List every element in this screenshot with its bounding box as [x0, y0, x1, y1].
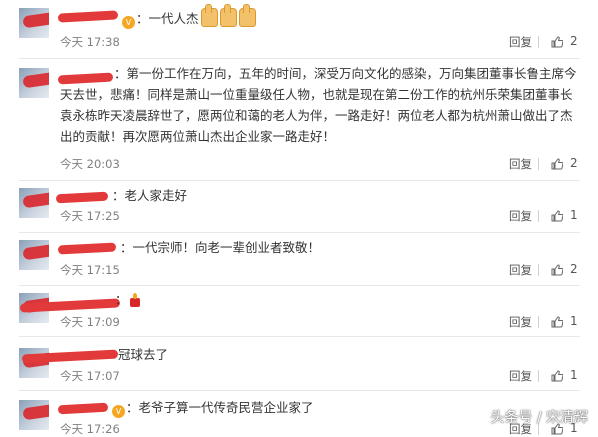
thumb-up-icon[interactable]: [551, 316, 563, 328]
comment-text: ：老人家走好: [112, 188, 188, 203]
comment-text: ：第一份工作在万向，五年的时间，深受万向文化的感染，万向集团董事长鲁主席今天去世…: [60, 66, 577, 144]
divider: [19, 390, 580, 391]
comment-time: 今天 17:07: [60, 369, 120, 383]
thumbs-up-emoji-icon: [219, 4, 237, 27]
thumbs-up-emoji-icon: [200, 4, 218, 27]
comment-text: ：一代宗师！向老一辈创业者致敬！: [120, 240, 321, 255]
like-count: 1: [570, 368, 578, 382]
comment-item: ：一代宗师！向老一辈创业者致敬！ 今天 17:15 回复 2: [0, 234, 598, 284]
divider: [19, 232, 580, 233]
divider: [538, 36, 539, 48]
comment-text: ：一代人杰: [136, 11, 199, 26]
divider: [538, 316, 539, 328]
avatar[interactable]: [19, 240, 49, 270]
divider: [19, 58, 580, 59]
divider: [538, 264, 539, 276]
reply-button[interactable]: 回复: [509, 34, 532, 50]
comment-time: 今天 20:03: [60, 157, 120, 171]
like-count: 2: [570, 34, 578, 48]
comment-time: 今天 17:15: [60, 263, 120, 277]
candle-emoji-icon: [128, 293, 142, 307]
avatar[interactable]: [19, 400, 49, 430]
comment-item: ：第一份工作在万向，五年的时间，深受万向文化的感染，万向集团董事长鲁主席今天去世…: [0, 60, 598, 180]
comment-text: 冠球去了: [118, 347, 169, 362]
comment-item: 冠球去了 今天 17:07 回复 1: [0, 338, 598, 388]
watermark: 头条号 / 宋清辉: [490, 410, 588, 426]
avatar[interactable]: [19, 68, 49, 98]
reply-button[interactable]: 回复: [509, 262, 532, 278]
like-count: 1: [570, 208, 578, 222]
reply-button[interactable]: 回复: [509, 208, 532, 224]
thumb-up-icon[interactable]: [551, 264, 563, 276]
comment-text: ：: [115, 292, 128, 307]
comment-item: ： 今天 17:09 回复 1: [0, 287, 598, 335]
divider: [538, 370, 539, 382]
like-count: 1: [570, 314, 578, 328]
divider: [19, 180, 580, 181]
thumb-up-icon[interactable]: [551, 36, 563, 48]
vip-badge-icon: V: [122, 16, 135, 29]
vip-badge-icon: V: [112, 405, 125, 418]
thumbs-up-emoji-icon: [238, 4, 256, 27]
divider: [19, 336, 580, 337]
thumb-up-icon[interactable]: [551, 210, 563, 222]
divider: [19, 285, 580, 286]
comment-text: ：老爷子算一代传奇民营企业家了: [126, 400, 314, 415]
comment-time: 今天 17:25: [60, 209, 120, 223]
comment-time: 今天 17:09: [60, 315, 120, 329]
comment-item: V ：一代人杰 今天 17:38 回复 2: [0, 0, 598, 54]
reply-button[interactable]: 回复: [509, 314, 532, 330]
divider: [538, 158, 539, 170]
thumb-up-icon[interactable]: [551, 370, 563, 382]
divider: [538, 210, 539, 222]
avatar[interactable]: [19, 188, 49, 218]
like-count: 2: [570, 156, 578, 170]
comment-item: ：老人家走好 今天 17:25 回复 1: [0, 182, 598, 232]
reply-button[interactable]: 回复: [509, 156, 532, 172]
reply-button[interactable]: 回复: [509, 368, 532, 384]
thumb-up-icon[interactable]: [551, 158, 563, 170]
avatar[interactable]: [19, 8, 49, 38]
comment-time: 今天 17:38: [60, 35, 120, 49]
like-count: 2: [570, 262, 578, 276]
